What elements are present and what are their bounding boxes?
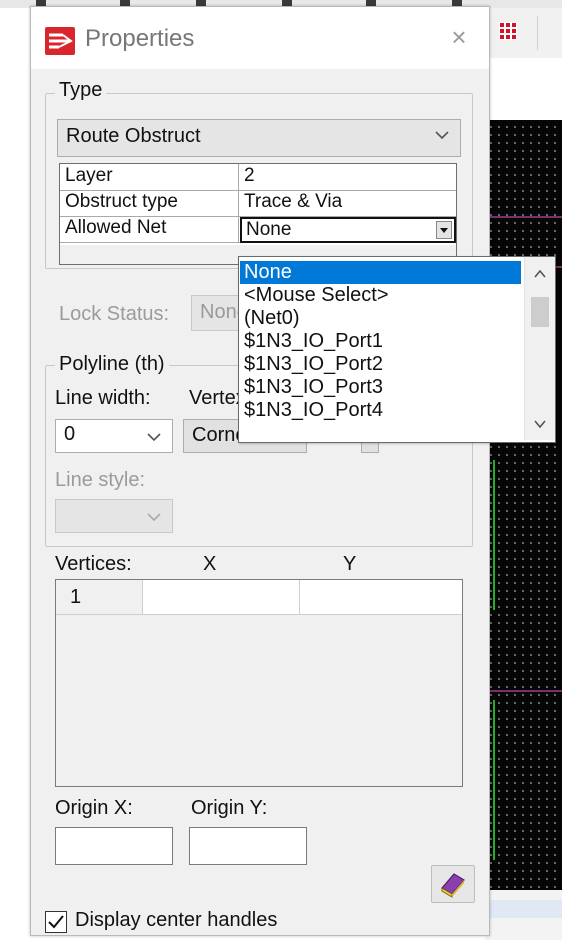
properties-grid: Layer 2 Obstruct type Trace & Via Allowe… [59,163,457,265]
origin-x-field[interactable] [55,827,173,865]
dropdown-option-none[interactable]: None [240,261,521,284]
dropdown-option-port4[interactable]: $1N3_IO_Port4 [240,399,521,422]
line-width-label: Line width: [55,387,151,409]
dropdown-scrollbar[interactable] [524,257,555,440]
display-center-handles-label: Display center handles [75,909,278,931]
property-name: Allowed Net [65,217,167,238]
properties-dialog: Properties × Type Route Obstruct Layer 2… [30,6,490,936]
lock-status-label: Lock Status: [59,303,170,325]
origin-x-label: Origin X: [55,797,133,819]
origin-y-field[interactable] [189,827,307,865]
property-row-obstruct-type[interactable]: Obstruct type Trace & Via [60,190,456,217]
chevron-down-icon [435,131,449,140]
dropdown-option-port1[interactable]: $1N3_IO_Port1 [240,330,521,353]
trace-segment [493,460,495,610]
background-toolbar [485,8,562,59]
vertex-row-number: 1 [56,580,143,614]
background-ruler [485,58,562,120]
line-width-value: 0 [64,423,76,445]
property-name: Layer [65,165,113,186]
properties-app-icon [45,27,75,55]
chevron-down-icon [440,228,448,233]
allowed-net-select[interactable]: None [240,217,456,243]
dropdown-option-mouse-select[interactable]: <Mouse Select> [240,284,521,307]
title-bar[interactable]: Properties × [31,7,489,69]
origin-y-label: Origin Y: [191,797,268,819]
scrollbar-thumb[interactable] [531,297,549,327]
type-select[interactable]: Route Obstruct [57,119,461,157]
polyline-group-label: Polyline (th) [55,353,169,376]
grid-toolbar-icon[interactable] [499,22,517,40]
pcb-canvas[interactable] [485,120,562,890]
chevron-down-icon [147,433,161,442]
property-name: Obstruct type [65,191,178,212]
vertices-x-header: X [203,553,217,575]
toolbar-separator [537,16,538,50]
background-status-area [485,890,562,940]
vertices-table[interactable]: 1 [55,579,463,787]
allowed-net-dropdown-button[interactable] [436,221,452,239]
display-center-handles-checkbox[interactable] [45,911,67,933]
dropdown-option-port3[interactable]: $1N3_IO_Port3 [240,376,521,399]
property-value: Trace & Via [244,191,343,212]
trace-segment [485,690,562,692]
checkmark-icon [48,915,64,929]
help-book-icon [441,873,465,898]
window-title: Properties [85,25,195,52]
trace-segment [485,216,562,218]
trace-segment [493,700,495,860]
vertices-y-header: Y [343,553,357,575]
line-style-label: Line style: [55,469,146,491]
chevron-down-icon [147,513,161,522]
dropdown-option-port2[interactable]: $1N3_IO_Port2 [240,353,521,376]
property-value: 2 [244,165,255,186]
help-button[interactable] [431,865,475,903]
dropdown-option-net0[interactable]: (Net0) [240,307,521,330]
vertices-label: Vertices: [55,553,132,575]
allowed-net-value: None [246,219,292,240]
line-style-select [55,499,173,533]
allowed-net-dropdown-list: None <Mouse Select> (Net0) $1N3_IO_Port1… [238,256,556,443]
chevron-up-icon[interactable] [531,265,549,283]
chevron-down-icon[interactable] [531,415,549,433]
table-row[interactable]: 1 [56,580,462,615]
close-icon[interactable]: × [439,19,479,55]
type-group-label: Type [55,79,107,102]
line-width-select[interactable]: 0 [55,419,173,453]
type-select-value: Route Obstruct [66,125,201,147]
property-row-layer[interactable]: Layer 2 [60,164,456,191]
